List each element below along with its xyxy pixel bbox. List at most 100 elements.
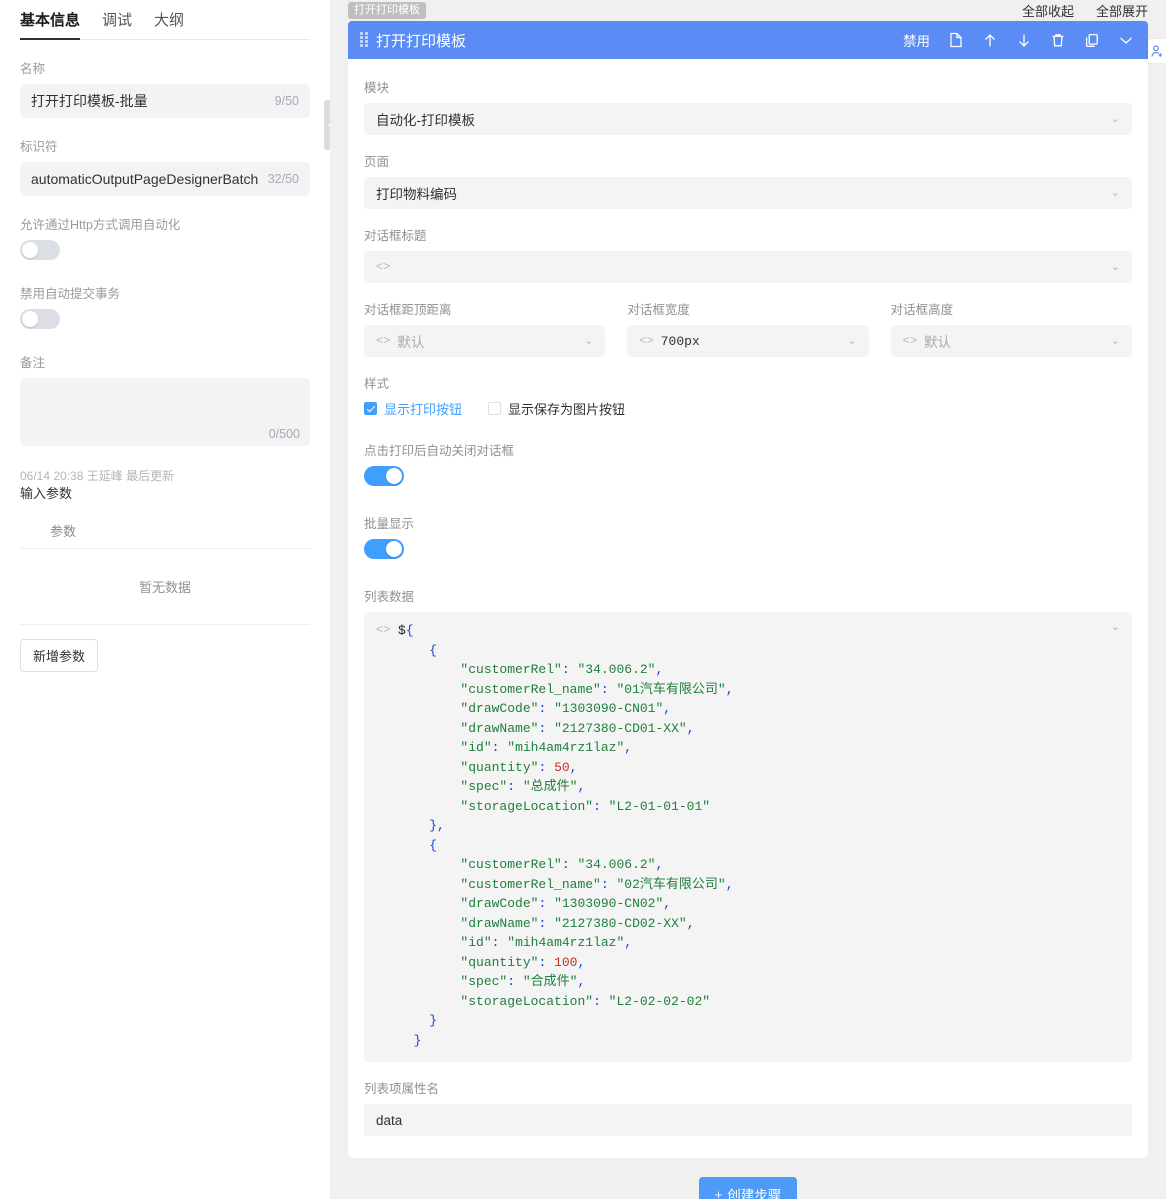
right-panel: 打开打印模板 全部收起 全部展开 打开打印模板 禁用 [330,0,1166,1199]
dialog-title-label: 对话框标题 [364,225,1132,244]
code-expression-icon: <> [639,334,653,348]
code-expression-icon: <> [376,623,390,637]
dialog-width-value: 700px [661,334,841,349]
collapse-all-button[interactable]: 全部收起 [1022,1,1074,20]
dialog-width-label: 对话框宽度 [627,299,868,318]
right-topbar: 打开打印模板 全部收起 全部展开 [348,0,1148,21]
app-root: 基本信息 调试 大纲 名称 打开打印模板-批量 9/50 标识符 automat… [0,0,1166,1199]
list-data-code-editor[interactable]: <> ⌄ ${ { "customerRel": "34.006.2", "cu… [364,612,1132,1062]
transaction-toggle-label: 禁用自动提交事务 [20,283,310,302]
http-toggle[interactable] [20,240,60,260]
name-input[interactable]: 打开打印模板-批量 9/50 [20,84,310,118]
style-label: 样式 [364,373,1132,392]
batch-toggle-wrap [364,539,1132,564]
dialog-height-value: 默认 [924,331,1104,351]
list-item-prop-value: data [376,1113,1120,1128]
name-char-count: 9/50 [275,94,299,108]
meta-action: 最后更新 [126,469,174,483]
list-item-prop-input[interactable]: data [364,1104,1132,1136]
autoclose-label: 点击打印后自动关闭对话框 [364,440,1132,459]
checkbox-box [488,402,501,415]
create-step-label: 创建步骤 [727,1184,781,1199]
step-card-actions: 禁用 [903,30,1134,50]
sidebar-tabs: 基本信息 调试 大纲 [20,0,310,40]
batch-display-label: 批量显示 [364,513,1132,532]
add-param-button[interactable]: 新增参数 [20,639,98,672]
footer-bar: + 创建步骤 [348,1158,1148,1199]
dialog-top-label: 对话框距顶距离 [364,299,605,318]
transaction-toggle-wrap [20,309,310,334]
dialog-title-field: 对话框标题 <> ⌄ [364,225,1132,283]
chevron-down-icon: ⌄ [1111,114,1120,125]
dialog-top-select[interactable]: <> 默认 ⌄ [364,325,605,357]
step-card-header: 打开打印模板 禁用 [348,21,1148,59]
tab-outline[interactable]: 大纲 [154,9,184,39]
module-field: 模块 自动化-打印模板 ⌄ [364,77,1132,135]
create-step-button[interactable]: + 创建步骤 [699,1177,798,1199]
meta-timestamp: 06/14 20:38 [20,469,83,483]
document-icon[interactable] [947,32,964,49]
show-print-button-checkbox[interactable]: 显示打印按钮 [364,399,462,418]
drag-handle-icon[interactable] [360,32,368,48]
step-card-title: 打开打印模板 [376,30,466,51]
trash-icon[interactable] [1049,32,1066,49]
dialog-width-select[interactable]: <> 700px ⌄ [627,325,868,357]
chevron-down-icon: ⌄ [584,336,593,347]
remark-char-count: 0/500 [269,427,300,441]
plus-icon: + [715,1187,723,1199]
tab-basic-info[interactable]: 基本信息 [20,9,80,39]
remark-textarea[interactable]: 0/500 [20,378,310,446]
param-empty-state: 暂无数据 [20,549,310,625]
toggle-knob [22,242,38,258]
code-expression-icon: <> [903,334,917,348]
dialog-dimensions-row: 对话框距顶距离 <> 默认 ⌄ 对话框宽度 <> 700px ⌄ [364,299,1132,357]
code-expression-icon: <> [376,334,390,348]
name-input-value: 打开打印模板-批量 [31,91,267,111]
sidebar: 基本信息 调试 大纲 名称 打开打印模板-批量 9/50 标识符 automat… [0,0,330,1199]
step-card-body: 模块 自动化-打印模板 ⌄ 页面 打印物料编码 ⌄ 对话框标题 [348,59,1148,1158]
batch-display-toggle[interactable] [364,539,404,559]
page-select[interactable]: 打印物料编码 ⌄ [364,177,1132,209]
tab-debug[interactable]: 调试 [102,9,132,39]
user-add-tab[interactable] [1148,39,1166,63]
autoclose-toggle[interactable] [364,466,404,486]
disable-button[interactable]: 禁用 [903,30,930,50]
expand-all-button[interactable]: 全部展开 [1096,1,1148,20]
transaction-toggle[interactable] [20,309,60,329]
page-label: 页面 [364,151,1132,170]
list-item-prop-label: 列表项属性名 [364,1078,1132,1097]
identifier-input[interactable]: automaticOutputPageDesignerBatch 32/50 [20,162,310,196]
arrow-up-icon[interactable] [981,32,998,49]
top-actions: 全部收起 全部展开 [1022,1,1148,20]
show-save-image-label: 显示保存为图片按钮 [508,399,625,418]
step-chip-label: 打开打印模板 [348,2,426,19]
show-print-button-label: 显示打印按钮 [384,399,462,418]
list-data-code-content: ${ { "customerRel": "34.006.2", "custome… [398,621,1120,1050]
dialog-height-field: 对话框高度 <> 默认 ⌄ [891,299,1132,357]
style-checkbox-row: 显示打印按钮 显示保存为图片按钮 [364,399,1132,418]
page-value: 打印物料编码 [376,183,1104,203]
param-column-header: 参数 [20,513,310,549]
chevron-down-icon: ⌄ [1111,188,1120,199]
show-save-image-checkbox[interactable]: 显示保存为图片按钮 [488,399,625,418]
identifier-label: 标识符 [20,136,310,155]
page-field: 页面 打印物料编码 ⌄ [364,151,1132,209]
autoclose-toggle-wrap [364,466,1132,491]
chevron-down-icon[interactable] [1117,32,1134,49]
chevron-down-icon: ⌄ [847,336,856,347]
dialog-height-select[interactable]: <> 默认 ⌄ [891,325,1132,357]
step-card: 打开打印模板 禁用 [348,21,1148,1158]
module-value: 自动化-打印模板 [376,109,1104,129]
dialog-top-field: 对话框距顶距离 <> 默认 ⌄ [364,299,605,357]
copy-icon[interactable] [1083,32,1100,49]
meta-username: 王延峰 [87,469,123,483]
identifier-char-count: 32/50 [268,172,299,186]
remark-label: 备注 [20,352,310,371]
arrow-down-icon[interactable] [1015,32,1032,49]
identifier-input-value: automaticOutputPageDesignerBatch [31,171,260,187]
module-select[interactable]: 自动化-打印模板 ⌄ [364,103,1132,135]
chevron-down-icon[interactable]: ⌄ [1111,622,1120,633]
dialog-top-value: 默认 [397,331,577,351]
dialog-title-input[interactable]: <> ⌄ [364,251,1132,283]
dialog-height-label: 对话框高度 [891,299,1132,318]
